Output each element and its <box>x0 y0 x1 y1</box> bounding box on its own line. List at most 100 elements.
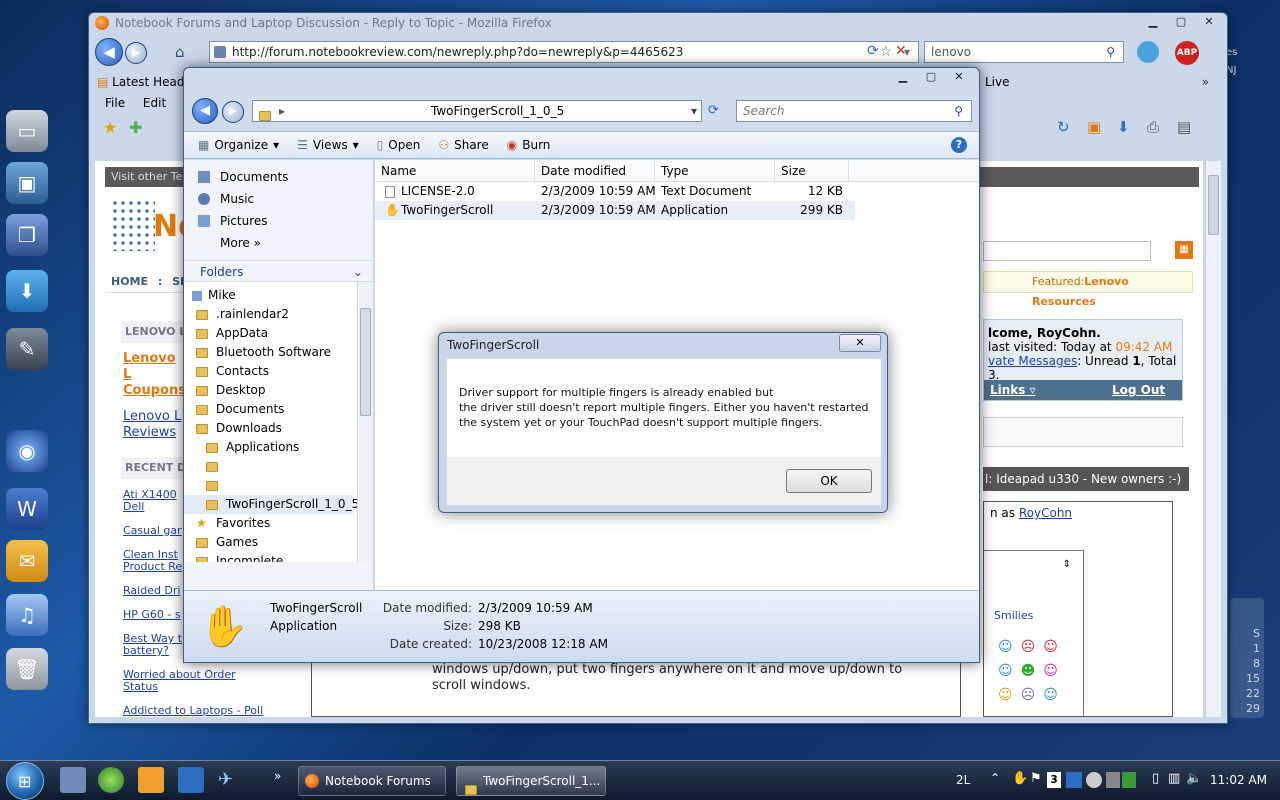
recent-link[interactable]: Casual gar <box>123 525 183 549</box>
file-row[interactable]: LICENSE-2.0 2/3/2009 10:59 AM Text Docum… <box>375 182 979 201</box>
column-date-modified[interactable]: Date modified <box>535 160 655 181</box>
smiley-icon[interactable]: ☺ <box>1043 663 1066 679</box>
smiley-icon[interactable]: ☺ <box>998 663 1021 679</box>
favorite-link-documents[interactable]: Documents <box>184 166 373 188</box>
adblock-icon[interactable]: ABP <box>1175 41 1199 65</box>
forum-logo[interactable]: No <box>111 195 199 255</box>
post-editor[interactable]: windows up/down, put two fingers anywher… <box>432 662 952 694</box>
back-button[interactable]: ◀ <box>95 38 123 66</box>
outlook-icon[interactable]: ✉ <box>6 540 48 582</box>
network-icon[interactable]: ▥ <box>1168 771 1180 786</box>
column-name[interactable]: Name <box>375 160 535 181</box>
firefox-search-input[interactable]: lenovo ⚲ <box>924 41 1124 63</box>
lenovo-coupons-link[interactable]: Lenovo L Coupons <box>123 351 187 399</box>
refresh-icon[interactable]: ↻ <box>1057 118 1070 136</box>
tray-number[interactable]: 3 <box>1047 772 1061 788</box>
bookmark-star-icon[interactable]: ☆ <box>879 42 892 62</box>
favorite-link-more[interactable]: More » <box>184 232 373 254</box>
calculator-icon[interactable] <box>178 767 204 793</box>
tree-item[interactable]: Games <box>184 533 373 552</box>
download-toolbar-icon[interactable]: ⬇ <box>1117 118 1130 136</box>
views-button[interactable]: ☰ Views ▾ <box>297 138 359 152</box>
visit-other-text[interactable]: Visit other Te <box>111 170 182 183</box>
minimize-button[interactable]: ▁ <box>1141 14 1165 30</box>
clock[interactable]: 11:02 AM <box>1210 773 1267 787</box>
explorer-refresh-icon[interactable]: ⟳ <box>708 103 719 118</box>
tree-item[interactable]: Contacts <box>184 362 373 381</box>
tree-scrollbar-thumb[interactable] <box>360 308 371 416</box>
battery-icon[interactable]: ▯ <box>1152 771 1159 786</box>
tree-item[interactable]: Bluetooth Software <box>184 343 373 362</box>
close-button[interactable]: ✕ <box>1197 14 1221 30</box>
star-icon[interactable]: ★ <box>103 118 117 137</box>
tree-item[interactable]: Mike <box>184 286 373 305</box>
internet-explorer-icon[interactable]: ◉ <box>6 430 48 472</box>
breadcrumb-arrow-icon[interactable]: ▸ <box>279 101 285 121</box>
tray-hand-icon[interactable]: ✋ <box>1012 771 1028 786</box>
recent-link[interactable]: HP G60 - s <box>123 609 183 633</box>
add-bookmark-icon[interactable]: ✚ <box>129 118 142 137</box>
minimize-button[interactable]: ▁ <box>891 69 915 85</box>
tree-item[interactable] <box>184 457 373 476</box>
organize-button[interactable]: ▦ Organize ▾ <box>198 138 279 152</box>
page-icon[interactable]: ▤ <box>1177 118 1191 136</box>
reload-icon[interactable]: ⟳ <box>867 43 879 59</box>
tree-item[interactable]: Documents <box>184 400 373 419</box>
tree-item[interactable]: .rainlendar2 <box>184 305 373 324</box>
bookmark-live[interactable]: Live <box>985 71 1010 93</box>
bookmark-latest-headlines[interactable]: Latest Headl <box>112 75 188 89</box>
tray-run-icon[interactable]: ⚑ <box>1030 771 1042 786</box>
tree-item-selected[interactable]: TwoFingerScroll_1_0_5 <box>184 495 359 514</box>
smilies-grid[interactable]: ☺☹☺ ☺☻☺ ☺☹☺ <box>998 635 1068 707</box>
quicklaunch-overflow-icon[interactable]: » <box>274 769 281 783</box>
current-folder-path[interactable]: TwoFingerScroll_1_0_5 <box>431 101 564 121</box>
forum-search-input[interactable] <box>983 241 1151 261</box>
column-type[interactable]: Type <box>655 160 775 181</box>
addon-icon[interactable] <box>1137 41 1159 63</box>
smiley-icon[interactable]: ☺ <box>1043 639 1066 655</box>
calendar-gadget[interactable]: S 1 8 15 22 29 <box>1230 598 1264 718</box>
tree-item[interactable]: ★ Favorites <box>184 514 373 533</box>
recycle-bin-icon[interactable]: 🗑 <box>6 648 48 690</box>
menu-file[interactable]: File <box>105 96 125 110</box>
taskbar-explorer[interactable]: TwoFingerScroll_1... <box>456 766 606 796</box>
explorer-address-bar[interactable]: ▸ TwoFingerScroll_1_0_5 ▾ <box>252 100 702 122</box>
tree-item[interactable]: Incomplete <box>184 552 373 562</box>
dialog-close-button[interactable]: ✕ <box>839 334 881 352</box>
private-messages-link[interactable]: vate Messages <box>988 354 1077 368</box>
smiley-icon[interactable]: ☺ <box>1043 687 1066 703</box>
tree-item[interactable]: Downloads <box>184 419 373 438</box>
smiley-icon[interactable]: ☺ <box>998 639 1021 655</box>
download-icon[interactable]: ⬇ <box>6 270 48 312</box>
lenovo-reviews-link[interactable]: Lenovo L Reviews <box>123 409 187 441</box>
menu-edit[interactable]: Edit <box>143 96 166 110</box>
tray-disc-icon[interactable] <box>1086 772 1102 788</box>
tray-device-icon[interactable] <box>1106 772 1120 788</box>
recent-link[interactable]: Addicted to Laptops - Poll <box>123 705 273 717</box>
recent-link[interactable]: Raided Dri <box>123 585 183 609</box>
url-bar[interactable]: http://forum.notebookreview.com/newreply… <box>209 41 919 63</box>
language-indicator[interactable]: 2L <box>956 773 970 787</box>
taskbar-firefox[interactable]: Notebook Forums ... <box>298 766 446 796</box>
logout-link[interactable]: Log Out <box>1112 380 1165 400</box>
explorer-back-button[interactable]: ◀ <box>192 98 218 124</box>
word-icon[interactable]: W <box>6 488 48 530</box>
grin-smiley-icon[interactable]: ☻ <box>1021 663 1044 679</box>
hard-drive-icon[interactable]: ▭ <box>6 110 48 152</box>
quicklaunch-windows-icon[interactable] <box>98 767 124 793</box>
ok-button[interactable]: OK <box>786 469 872 493</box>
smiley-icon[interactable]: ☹ <box>1021 687 1044 703</box>
media-player-icon[interactable] <box>138 767 164 793</box>
stop-icon[interactable]: ✕ <box>895 43 907 59</box>
column-size[interactable]: Size <box>775 160 849 181</box>
forward-button[interactable]: ▶ <box>125 42 147 64</box>
forum-search-button[interactable]: ▦ <box>1175 241 1193 259</box>
start-button[interactable]: ⊞ <box>6 762 44 800</box>
tray-expand-icon[interactable]: ⌃ <box>990 771 1000 785</box>
recent-link[interactable]: Worried about Order Status <box>123 669 243 705</box>
angry-smiley-icon[interactable]: ☹ <box>1021 639 1044 655</box>
feed-icon[interactable]: ▣ <box>1087 118 1101 136</box>
maximize-button[interactable]: ▢ <box>919 69 943 85</box>
bookmarks-overflow-icon[interactable]: » <box>1202 71 1209 93</box>
tray-shield-icon[interactable] <box>1122 772 1136 788</box>
